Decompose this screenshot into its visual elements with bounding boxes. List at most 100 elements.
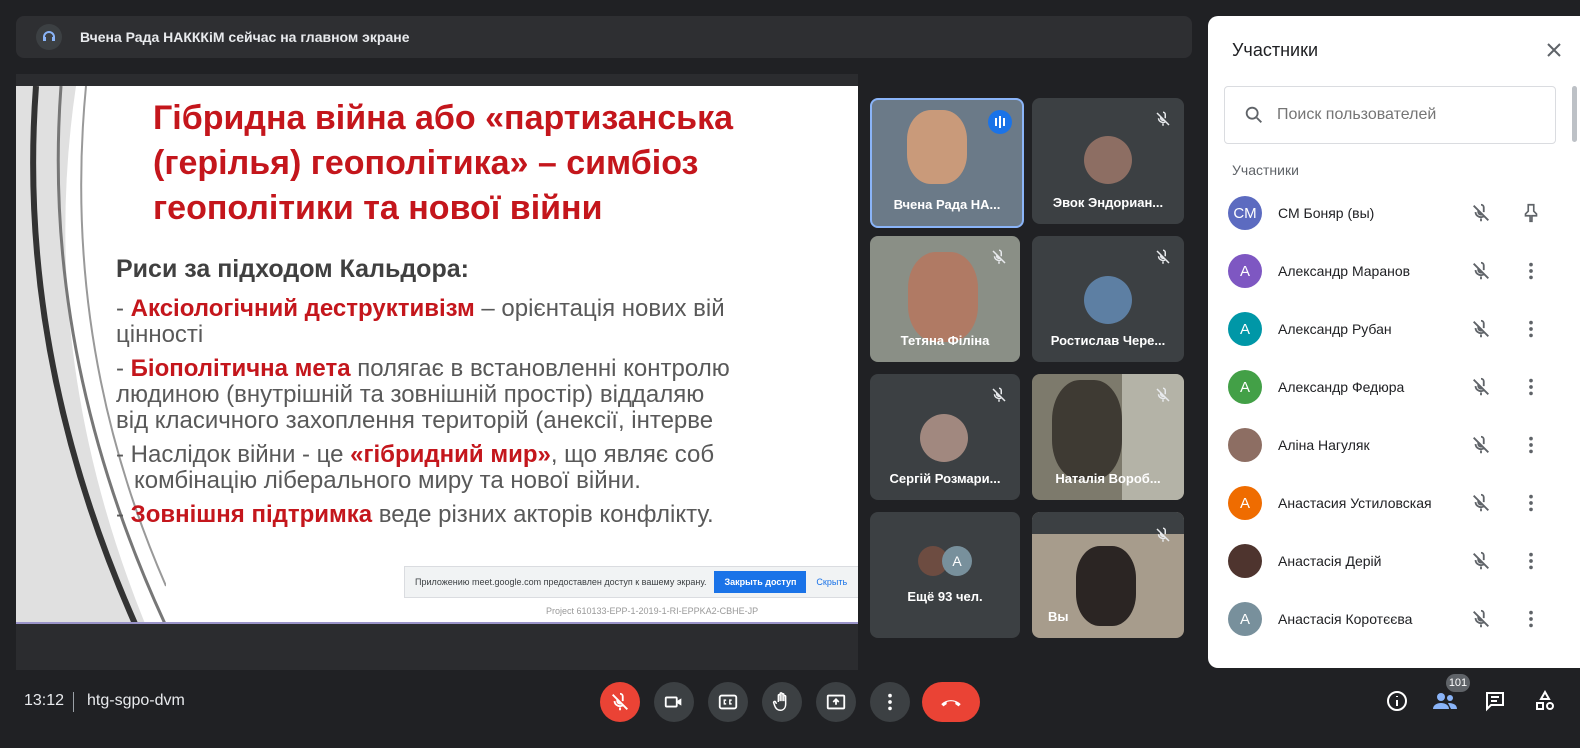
slide-title: Гібридна війна або «партизанська (геріль… [153,96,843,231]
speaking-icon [988,110,1012,134]
participant-name: Анастасія Коротєєва [1278,611,1413,627]
participant-row[interactable]: А Анастасія Коротєєва [1208,590,1580,648]
mic-off-icon[interactable] [1470,550,1492,572]
participant-row[interactable]: Аліна Нагуляк [1208,416,1580,474]
mic-off-icon [992,387,1006,402]
participant-tile[interactable]: Вчена Рада НА... [870,98,1024,228]
avatar [1228,428,1262,462]
participant-name: Сергій Розмари... [889,471,1001,486]
mic-off-icon[interactable] [1470,608,1492,630]
self-name: Вы [1048,609,1069,624]
slide-footer: Project 610133-EPP-1-2019-1-RI-EPPKA2-CB… [546,606,759,616]
avatar: СМ [1228,196,1262,230]
slide-title-line: геополітики та нової війни [153,189,603,227]
participant-row[interactable]: А Александр Маранов [1208,242,1580,300]
more-vert-icon[interactable] [1520,550,1542,572]
hang-up-icon [941,700,961,707]
participant-name: Наталія Вороб... [1055,471,1161,486]
close-icon[interactable] [1542,38,1566,62]
participant-video [908,252,978,342]
participant-row[interactable]: А Александр Рубан [1208,300,1580,358]
participant-name: Анастасия Устиловская [1278,495,1432,511]
self-tile[interactable]: Вы [1032,512,1184,638]
slide-point: - Аксіологічний деструктивізм – орієнтац… [116,295,725,348]
search-field[interactable] [1224,86,1556,144]
screen-share-notice: Приложению meet.google.com предоставлен … [404,566,858,598]
participant-name: Ростислав Чере... [1050,333,1166,348]
more-options-button[interactable] [870,682,910,722]
avatar [1084,276,1132,324]
more-vert-icon[interactable] [1520,608,1542,630]
leave-call-button[interactable] [922,682,980,722]
activities-icon [1536,689,1554,710]
mic-off-icon[interactable] [1470,434,1492,456]
participant-row[interactable]: А Александр Федюра [1208,358,1580,416]
captions-icon [718,694,738,710]
pin-icon[interactable] [1520,202,1542,224]
participant-tile[interactable]: Ростислав Чере... [1032,236,1184,362]
mic-off-icon [992,249,1006,264]
mic-off-icon [1156,111,1170,126]
slide-body: Риси за підходом Кальдора: - Аксіологічн… [116,256,858,536]
participant-row[interactable]: Анастасія Дерій [1208,532,1580,590]
slide-point: - Наслідок війни - це «гібридний мир», щ… [116,441,715,494]
participant-name: Вчена Рада НА... [893,197,1001,212]
meeting-code: htg-sgpo-dvm [87,692,185,709]
section-label: Участники [1232,162,1299,178]
more-vert-icon[interactable] [1520,318,1542,340]
participant-tile[interactable]: Наталія Вороб... [1032,374,1184,500]
mic-off-icon[interactable] [1470,260,1492,282]
more-vert-icon[interactable] [1520,492,1542,514]
participant-name: Александр Рубан [1278,321,1392,337]
more-vert-icon[interactable] [1520,434,1542,456]
stop-sharing-button[interactable]: Закрыть доступ [714,571,807,593]
search-icon [1245,106,1262,123]
avatar: А [1228,254,1262,288]
slide-point: - Біополітична мета полягає в встановлен… [116,355,730,434]
participant-name: Тетяна Філіна [900,333,990,348]
participant-name: Аліна Нагуляк [1278,437,1370,453]
more-participants-label: Ещё 93 чел. [907,589,983,604]
scrollbar[interactable] [1572,86,1577,142]
mic-off-icon [612,692,628,711]
camera-icon [664,696,682,708]
camera-toggle-button[interactable] [654,682,694,722]
participant-tile[interactable]: Эвок Эндориан... [1032,98,1184,224]
participant-row[interactable]: СМ СМ Боняр (вы) [1208,184,1580,242]
participant-tile[interactable]: Тетяна Філіна [870,236,1020,362]
people-icon [1433,693,1457,709]
mic-off-icon[interactable] [1470,202,1492,224]
participant-video [1076,546,1136,626]
mic-off-icon[interactable] [1470,376,1492,398]
captions-button[interactable] [708,682,748,722]
mic-off-icon[interactable] [1470,492,1492,514]
meeting-details-button[interactable] [1382,686,1412,716]
present-button[interactable] [816,682,856,722]
avatar [920,414,968,462]
avatar [1084,136,1132,184]
mic-toggle-button[interactable] [600,682,640,722]
more-vert-icon[interactable] [1520,260,1542,282]
avatar: А [1228,370,1262,404]
presenter-icon [36,24,62,50]
mic-off-icon[interactable] [1470,318,1492,340]
avatar: А [1228,486,1262,520]
avatar: А [1228,602,1262,636]
participant-tile[interactable]: Сергій Розмари... [870,374,1020,500]
activities-button[interactable] [1530,686,1560,716]
chat-button[interactable] [1480,686,1510,716]
search-input[interactable] [1275,105,1539,125]
shared-slide: Гібридна війна або «партизанська (геріль… [16,86,858,624]
hide-notice-link[interactable]: Скрыть [816,577,847,587]
slide-subtitle: Риси за підходом Кальдора: [116,255,469,283]
participants-panel: Участники Участники СМ СМ Боняр (вы) А Алек… [1208,16,1580,668]
chat-icon [1486,692,1504,712]
hand-icon [772,692,787,711]
participant-row[interactable]: А Анастасия Устиловская [1208,474,1580,532]
raise-hand-button[interactable] [762,682,802,722]
mic-off-icon [1156,249,1170,264]
more-vert-icon[interactable] [1520,376,1542,398]
more-vert-icon [888,693,892,711]
more-participants-tile[interactable]: A Ещё 93 чел. [870,512,1020,638]
participant-video [907,110,967,184]
